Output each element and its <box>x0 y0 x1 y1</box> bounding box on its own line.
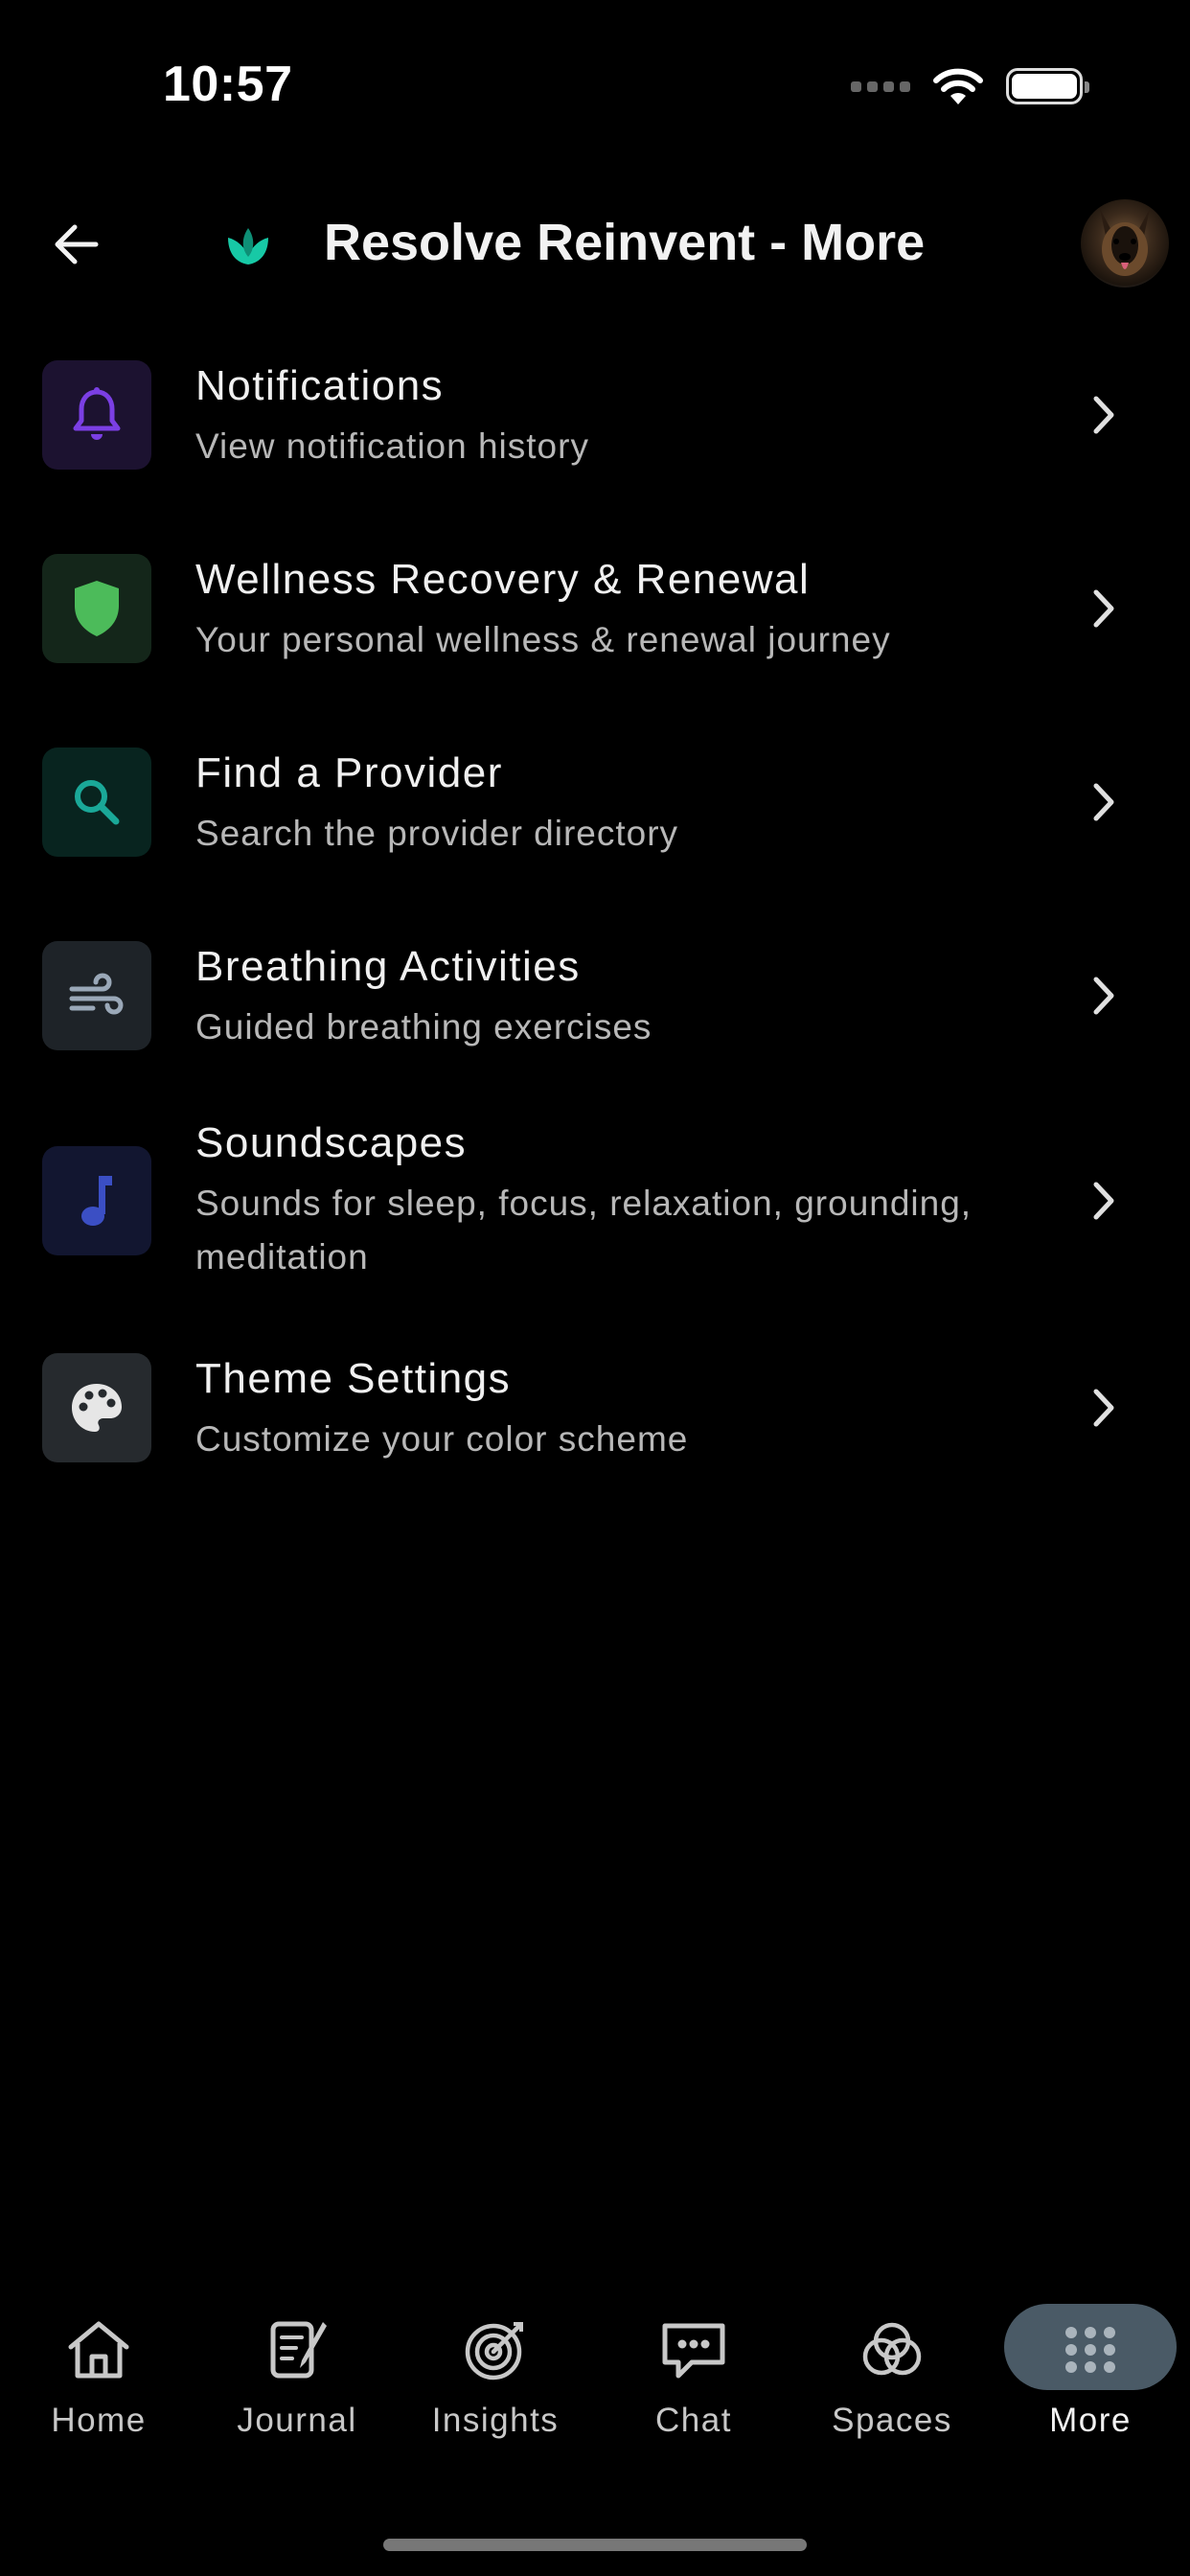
arrow-left-icon <box>55 224 99 264</box>
wind-icon <box>69 973 124 1015</box>
search-icon <box>75 780 120 825</box>
soundscapes-icon-tile <box>42 1146 151 1255</box>
bell-icon <box>73 387 121 440</box>
chevron-right-icon <box>1093 783 1114 821</box>
chevron-right-icon <box>1093 1389 1114 1427</box>
back-button[interactable] <box>42 211 109 278</box>
menu-item-title: Soundscapes <box>195 1119 468 1166</box>
home-icon <box>60 2313 137 2386</box>
menu-item-find-provider[interactable]: Find a Provider Search the provider dire… <box>0 732 1190 886</box>
bottom-tab-bar: Home Journal Insights Chat Spaces More <box>0 2288 1190 2461</box>
chevron-right-icon <box>1093 1182 1114 1220</box>
menu-item-wellness-recovery[interactable]: Wellness Recovery & Renewal Your persona… <box>0 539 1190 692</box>
menu-item-title: Wellness Recovery & Renewal <box>195 556 811 603</box>
palette-icon <box>72 1384 122 1432</box>
tab-chat[interactable]: Chat <box>598 2288 790 2451</box>
menu-item-subtitle: Guided breathing exercises <box>195 1007 652 1046</box>
status-time: 10:57 <box>163 57 293 112</box>
menu-item-subtitle: Your personal wellness & renewal journey <box>195 620 891 659</box>
tab-label: More <box>1049 2402 1132 2439</box>
status-bar: 10:57 <box>0 0 1190 172</box>
chevron-right-icon <box>1093 396 1114 434</box>
menu-item-breathing[interactable]: Breathing Activities Guided breathing ex… <box>0 926 1190 1079</box>
shield-icon <box>75 581 119 636</box>
avatar-image <box>1100 209 1150 276</box>
menu-item-theme-settings[interactable]: Theme Settings Customize your color sche… <box>0 1349 1190 1503</box>
menu-item-title: Theme Settings <box>195 1355 512 1402</box>
menu-item-notifications[interactable]: Notifications View notification history <box>0 345 1190 498</box>
menu-item-title: Notifications <box>195 362 445 409</box>
tab-insights[interactable]: Insights <box>400 2288 591 2451</box>
chat-bubble-icon <box>655 2313 732 2386</box>
breathing-icon-tile <box>42 941 151 1050</box>
tab-label: Journal <box>237 2402 357 2439</box>
page-title: Resolve Reinvent - More <box>324 214 926 271</box>
app-header: Resolve Reinvent - More <box>0 192 1190 297</box>
menu-item-title: Find a Provider <box>195 749 503 796</box>
menu-item-subtitle: Sounds for sleep, focus, relaxation, gro… <box>195 1184 973 1276</box>
theme-icon-tile <box>42 1353 151 1462</box>
tab-journal[interactable]: Journal <box>201 2288 393 2451</box>
tab-label: Chat <box>655 2402 732 2439</box>
target-icon <box>457 2313 534 2386</box>
grid-dots-icon <box>1052 2313 1129 2386</box>
tab-label: Insights <box>431 2402 560 2439</box>
tab-label: Spaces <box>832 2402 952 2439</box>
tab-label: Home <box>51 2402 147 2439</box>
wifi-icon <box>933 68 983 104</box>
menu-item-subtitle: Customize your color scheme <box>195 1419 689 1459</box>
cellular-signal-icon <box>851 80 910 92</box>
battery-icon <box>1006 68 1089 104</box>
chevron-right-icon <box>1093 589 1114 628</box>
tab-more[interactable]: More <box>995 2288 1186 2451</box>
tab-home[interactable]: Home <box>3 2288 195 2451</box>
menu-item-subtitle: Search the provider directory <box>195 814 679 853</box>
chevron-right-icon <box>1093 977 1114 1015</box>
lotus-icon <box>228 228 268 264</box>
journal-icon <box>259 2313 335 2386</box>
spaces-icon <box>854 2313 930 2386</box>
music-note-icon <box>81 1176 112 1226</box>
menu-item-soundscapes[interactable]: Soundscapes Sounds for sleep, focus, rel… <box>0 1119 1190 1330</box>
user-avatar[interactable] <box>1081 199 1169 288</box>
tab-spaces[interactable]: Spaces <box>796 2288 988 2451</box>
provider-icon-tile <box>42 748 151 857</box>
status-icons <box>851 65 1089 107</box>
home-indicator[interactable] <box>383 2539 807 2551</box>
menu-item-subtitle: View notification history <box>195 426 589 466</box>
notifications-icon-tile <box>42 360 151 470</box>
menu-item-title: Breathing Activities <box>195 943 581 990</box>
wellness-icon-tile <box>42 554 151 663</box>
